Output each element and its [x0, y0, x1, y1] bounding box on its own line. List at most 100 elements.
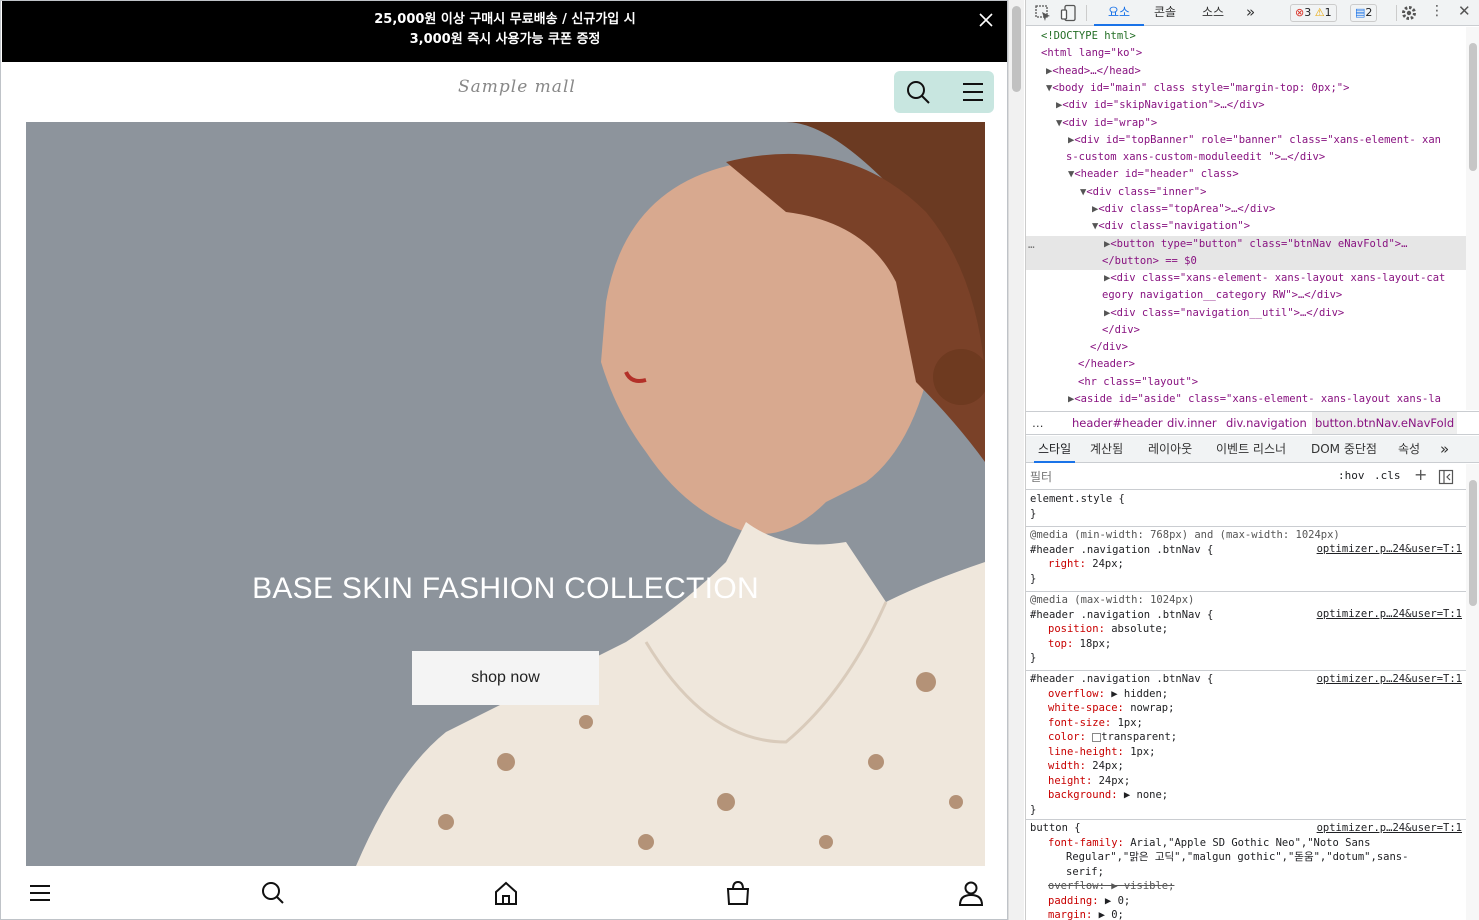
dom-scrollbar[interactable] [1466, 27, 1479, 410]
css-property[interactable]: padding: ▶ 0; [1030, 894, 1462, 909]
more-tabs-icon[interactable]: » [1440, 436, 1449, 463]
device-toggle-icon[interactable] [1060, 4, 1078, 22]
filter-input[interactable] [1030, 467, 1320, 487]
dom-node[interactable]: ▶<div id="skipNavigation">…</div> [1026, 97, 1466, 114]
breadcrumb-item[interactable]: div.navigation [1226, 412, 1307, 434]
css-property[interactable]: background: ▶ none; [1030, 788, 1462, 803]
dom-node[interactable]: <!DOCTYPE html> [1026, 28, 1466, 45]
header-nav-util [894, 71, 994, 113]
tab-layout[interactable]: 레이아웃 [1148, 436, 1192, 463]
search-icon[interactable] [905, 79, 931, 105]
element-style-rule[interactable]: element.style { } [1026, 492, 1466, 527]
dom-node[interactable]: ▼<div id="wrap"> [1026, 115, 1466, 132]
user-icon[interactable] [958, 880, 984, 906]
dom-node[interactable]: <hr class="layout"> [1026, 374, 1466, 391]
dom-node[interactable]: ▶<div class="navigation__util">…</div> [1026, 305, 1466, 322]
tab-event-listeners[interactable]: 이벤트 리스너 [1216, 436, 1286, 463]
dom-node[interactable]: ▼<body id="main" class style="margin-top… [1026, 80, 1466, 97]
dom-node[interactable]: <html lang="ko"> [1026, 45, 1466, 62]
dom-node[interactable]: egory navigation__category RW">…</div> [1026, 287, 1466, 304]
logo[interactable]: Sample mall [458, 77, 576, 97]
css-property[interactable]: color: transparent; [1030, 730, 1462, 745]
messages-badge[interactable]: ▤2 [1350, 4, 1378, 22]
breadcrumb-item-active[interactable]: button.btnNav.eNavFold [1312, 412, 1458, 434]
css-rule[interactable]: button { optimizer.p…24&user=T:1 font-fa… [1026, 821, 1466, 920]
dom-node[interactable]: s-custom xans-custom-moduleedit ">…</div… [1026, 149, 1466, 166]
settings-gear-icon[interactable] [1400, 4, 1418, 22]
warning-icon: ⚠ [1314, 6, 1325, 19]
css-property[interactable]: top: 18px; [1030, 637, 1462, 652]
dom-node[interactable]: ▶<div class="xans-element- xans-layout x… [1026, 270, 1466, 287]
prop-value: Arial,"Apple SD Gothic Neo","Noto Sans [1130, 836, 1371, 849]
dom-node[interactable]: ▶<div class="topArea">…</div> [1026, 201, 1466, 218]
css-property[interactable]: right: 24px; [1030, 557, 1462, 572]
css-property[interactable]: height: 24px; [1030, 774, 1462, 789]
hov-toggle[interactable]: :hov [1338, 469, 1365, 482]
tab-elements[interactable]: 요소 [1094, 0, 1144, 26]
add-rule-icon[interactable]: + [1414, 465, 1427, 484]
issue-counts[interactable]: ⊗3 ⚠1 [1290, 4, 1337, 22]
kebab-menu-icon[interactable]: ⋮ [1430, 3, 1444, 19]
css-property[interactable]: margin: ▶ 0; [1030, 908, 1462, 920]
rule-source-link[interactable]: optimizer.p…24&user=T:1 [1317, 672, 1462, 687]
css-property[interactable]: width: 24px; [1030, 759, 1462, 774]
css-rule[interactable]: @media (max-width: 1024px) #header .navi… [1026, 593, 1466, 671]
css-property[interactable]: line-height: 1px; [1030, 745, 1462, 760]
dom-node[interactable]: </header> [1026, 356, 1466, 373]
dom-node[interactable]: ▶<head>…</head> [1026, 63, 1466, 80]
prop-value: 24px; [1098, 774, 1131, 787]
dom-node[interactable]: ▶<aside id="aside" class="xans-element- … [1026, 391, 1466, 408]
dom-node[interactable]: ▼<div class="navigation"> [1026, 218, 1466, 235]
dom-node[interactable]: ▶<div id="topBanner" role="banner" class… [1026, 132, 1466, 149]
page-scrollbar[interactable] [1008, 0, 1024, 920]
css-rule[interactable]: @media (min-width: 768px) and (max-width… [1026, 528, 1466, 592]
rule-source-link[interactable]: optimizer.p…24&user=T:1 [1317, 542, 1462, 557]
tab-dom-breakpoints[interactable]: DOM 중단점 [1311, 436, 1377, 463]
prop-name: white-space [1048, 702, 1118, 714]
cart-icon[interactable] [725, 880, 751, 906]
css-property[interactable]: white-space: nowrap; [1030, 701, 1462, 716]
sidebar-toggle-icon[interactable] [1438, 469, 1454, 485]
dom-tree: <!DOCTYPE html> <html lang="ko"> ▶<head>… [1026, 27, 1466, 410]
tab-properties[interactable]: 속성 [1398, 436, 1420, 463]
css-property[interactable]: font-family: Arial,"Apple SD Gothic Neo"… [1030, 836, 1462, 851]
hero-banner[interactable]: BASE SKIN FASHION COLLECTION shop now [26, 122, 985, 866]
dom-node-text: <div class="inner"> [1086, 186, 1207, 198]
breadcrumb-item[interactable]: div.inner [1167, 412, 1217, 434]
styles-scrollbar[interactable] [1466, 464, 1479, 920]
prop-value: absolute; [1111, 623, 1169, 635]
css-rule[interactable]: #header .navigation .btnNav { optimizer.… [1026, 672, 1466, 820]
close-devtools-icon[interactable]: ✕ [1458, 2, 1471, 20]
rule-source-link[interactable]: optimizer.p…24&user=T:1 [1317, 821, 1462, 836]
dom-node-selected[interactable]: </button> == $0 [1026, 253, 1466, 271]
shop-now-button[interactable]: shop now [412, 651, 599, 705]
breadcrumb-more-icon[interactable]: … [1032, 412, 1044, 434]
dom-node[interactable]: </div> [1026, 339, 1466, 356]
dom-node[interactable]: ▼<header id="header" class> [1026, 166, 1466, 183]
prop-value-continued: serif; [1066, 865, 1104, 878]
menu-icon[interactable] [960, 79, 986, 105]
search-icon[interactable] [260, 880, 286, 906]
tab-computed[interactable]: 계산됨 [1090, 436, 1123, 463]
css-property[interactable]: overflow: ▶ hidden; [1030, 687, 1462, 702]
cls-toggle[interactable]: .cls [1374, 469, 1401, 482]
css-property[interactable]: font-size: 1px; [1030, 716, 1462, 731]
close-icon[interactable] [976, 10, 996, 30]
more-tabs-icon[interactable]: » [1246, 0, 1255, 26]
css-property[interactable]: position: absolute; [1030, 622, 1462, 637]
rule-source-link[interactable]: optimizer.p…24&user=T:1 [1317, 607, 1462, 622]
tab-sources[interactable]: 소스 [1202, 0, 1224, 26]
tab-styles[interactable]: 스타일 [1034, 436, 1076, 463]
color-swatch-icon[interactable] [1092, 732, 1102, 742]
tab-console[interactable]: 콘솔 [1154, 0, 1176, 26]
menu-icon[interactable] [27, 880, 53, 906]
inspect-icon[interactable] [1034, 4, 1052, 22]
css-property-overridden[interactable]: overflow: ▶ visible; [1030, 879, 1462, 894]
dom-node[interactable]: </div> [1026, 322, 1466, 339]
dom-node[interactable]: ▼<div class="inner"> [1026, 184, 1466, 201]
home-icon[interactable] [493, 880, 519, 906]
dom-node-selected[interactable]: ▶<button type="button" class="btnNav eNa… [1026, 236, 1466, 254]
breadcrumb-item[interactable]: header#header [1072, 412, 1163, 434]
node-menu-icon[interactable]: … [1028, 236, 1035, 253]
site-header: Sample mall [2, 62, 1007, 122]
